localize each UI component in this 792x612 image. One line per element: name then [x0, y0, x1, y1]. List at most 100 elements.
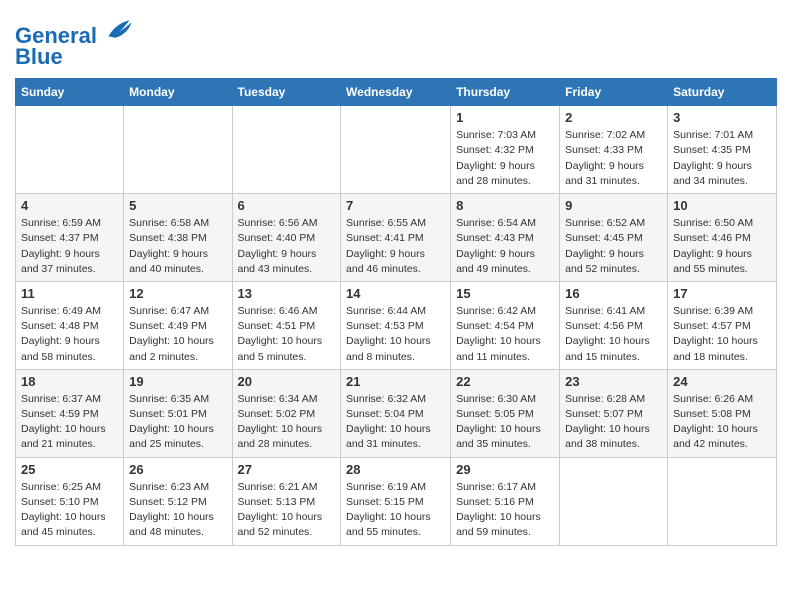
day-number: 28: [346, 462, 445, 477]
day-info: Sunrise: 6:55 AMSunset: 4:41 PMDaylight:…: [346, 216, 445, 277]
day-info: Sunrise: 7:01 AMSunset: 4:35 PMDaylight:…: [673, 128, 771, 189]
calendar-cell: 9 Sunrise: 6:52 AMSunset: 4:45 PMDaylight…: [560, 194, 668, 282]
day-info: Sunrise: 6:46 AMSunset: 4:51 PMDaylight:…: [238, 304, 336, 365]
calendar-cell: [124, 106, 232, 194]
day-info: Sunrise: 7:02 AMSunset: 4:33 PMDaylight:…: [565, 128, 662, 189]
calendar-cell: 24 Sunrise: 6:26 AMSunset: 5:08 PMDayligh…: [668, 369, 777, 457]
day-number: 26: [129, 462, 226, 477]
day-number: 10: [673, 198, 771, 213]
week-row-4: 18Sunrise: 6:37 AMSunset: 4:59 PMDayligh…: [16, 369, 777, 457]
calendar-cell: 21 Sunrise: 6:32 AMSunset: 5:04 PMDayligh…: [341, 369, 451, 457]
day-info: Sunrise: 6:25 AMSunset: 5:10 PMDaylight:…: [21, 480, 118, 541]
day-number: 3: [673, 110, 771, 125]
day-number: 20: [238, 374, 336, 389]
day-header-thursday: Thursday: [451, 79, 560, 106]
calendar-cell: 22Sunrise: 6:30 AMSunset: 5:05 PMDayligh…: [451, 369, 560, 457]
week-row-2: 4 Sunrise: 6:59 AMSunset: 4:37 PMDaylight…: [16, 194, 777, 282]
day-info: Sunrise: 6:47 AMSunset: 4:49 PMDaylight:…: [129, 304, 226, 365]
calendar-cell: 4 Sunrise: 6:59 AMSunset: 4:37 PMDaylight…: [16, 194, 124, 282]
calendar-cell: 25 Sunrise: 6:25 AMSunset: 5:10 PMDayligh…: [16, 457, 124, 545]
day-info: Sunrise: 6:34 AMSunset: 5:02 PMDaylight:…: [238, 392, 336, 453]
day-number: 12: [129, 286, 226, 301]
day-info: Sunrise: 6:42 AMSunset: 4:54 PMDaylight:…: [456, 304, 554, 365]
day-info: Sunrise: 6:56 AMSunset: 4:40 PMDaylight:…: [238, 216, 336, 277]
day-number: 25: [21, 462, 118, 477]
calendar-cell: 18Sunrise: 6:37 AMSunset: 4:59 PMDayligh…: [16, 369, 124, 457]
calendar-cell: 10 Sunrise: 6:50 AMSunset: 4:46 PMDayligh…: [668, 194, 777, 282]
calendar-header-row: SundayMondayTuesdayWednesdayThursdayFrid…: [16, 79, 777, 106]
calendar-cell: 2 Sunrise: 7:02 AMSunset: 4:33 PMDaylight…: [560, 106, 668, 194]
calendar-cell: 14 Sunrise: 6:44 AMSunset: 4:53 PMDayligh…: [341, 281, 451, 369]
day-info: Sunrise: 6:52 AMSunset: 4:45 PMDaylight:…: [565, 216, 662, 277]
calendar-cell: 16 Sunrise: 6:41 AMSunset: 4:56 PMDayligh…: [560, 281, 668, 369]
day-number: 29: [456, 462, 554, 477]
day-header-saturday: Saturday: [668, 79, 777, 106]
calendar-cell: 17 Sunrise: 6:39 AMSunset: 4:57 PMDayligh…: [668, 281, 777, 369]
calendar-cell: [16, 106, 124, 194]
day-number: 11: [21, 286, 118, 301]
calendar-cell: 5 Sunrise: 6:58 AMSunset: 4:38 PMDaylight…: [124, 194, 232, 282]
page-header: General Blue: [15, 10, 777, 70]
day-number: 24: [673, 374, 771, 389]
day-info: Sunrise: 6:44 AMSunset: 4:53 PMDaylight:…: [346, 304, 445, 365]
calendar-cell: 6 Sunrise: 6:56 AMSunset: 4:40 PMDaylight…: [232, 194, 341, 282]
day-info: Sunrise: 6:28 AMSunset: 5:07 PMDaylight:…: [565, 392, 662, 453]
day-info: Sunrise: 6:49 AMSunset: 4:48 PMDaylight:…: [21, 304, 118, 365]
day-number: 14: [346, 286, 445, 301]
day-info: Sunrise: 6:50 AMSunset: 4:46 PMDaylight:…: [673, 216, 771, 277]
day-header-wednesday: Wednesday: [341, 79, 451, 106]
day-number: 22: [456, 374, 554, 389]
day-number: 1: [456, 110, 554, 125]
day-info: Sunrise: 7:03 AMSunset: 4:32 PMDaylight:…: [456, 128, 554, 189]
day-number: 5: [129, 198, 226, 213]
week-row-3: 11 Sunrise: 6:49 AMSunset: 4:48 PMDayligh…: [16, 281, 777, 369]
calendar-cell: 1 Sunrise: 7:03 AMSunset: 4:32 PMDaylight…: [451, 106, 560, 194]
day-number: 19: [129, 374, 226, 389]
day-info: Sunrise: 6:54 AMSunset: 4:43 PMDaylight:…: [456, 216, 554, 277]
day-info: Sunrise: 6:17 AMSunset: 5:16 PMDaylight:…: [456, 480, 554, 541]
day-info: Sunrise: 6:41 AMSunset: 4:56 PMDaylight:…: [565, 304, 662, 365]
day-info: Sunrise: 6:37 AMSunset: 4:59 PMDaylight:…: [21, 392, 118, 453]
calendar-cell: [668, 457, 777, 545]
day-number: 15: [456, 286, 554, 301]
day-number: 8: [456, 198, 554, 213]
day-number: 23: [565, 374, 662, 389]
day-number: 6: [238, 198, 336, 213]
day-number: 13: [238, 286, 336, 301]
day-header-sunday: Sunday: [16, 79, 124, 106]
day-number: 2: [565, 110, 662, 125]
logo-bird-icon: [105, 15, 133, 43]
day-number: 16: [565, 286, 662, 301]
calendar-cell: [232, 106, 341, 194]
calendar-cell: [341, 106, 451, 194]
calendar-cell: [560, 457, 668, 545]
calendar-table: SundayMondayTuesdayWednesdayThursdayFrid…: [15, 78, 777, 545]
calendar-cell: 13 Sunrise: 6:46 AMSunset: 4:51 PMDayligh…: [232, 281, 341, 369]
day-number: 21: [346, 374, 445, 389]
calendar-cell: 15 Sunrise: 6:42 AMSunset: 4:54 PMDayligh…: [451, 281, 560, 369]
day-info: Sunrise: 6:35 AMSunset: 5:01 PMDaylight:…: [129, 392, 226, 453]
calendar-cell: 29 Sunrise: 6:17 AMSunset: 5:16 PMDayligh…: [451, 457, 560, 545]
day-info: Sunrise: 6:32 AMSunset: 5:04 PMDaylight:…: [346, 392, 445, 453]
day-number: 4: [21, 198, 118, 213]
calendar-cell: 12 Sunrise: 6:47 AMSunset: 4:49 PMDayligh…: [124, 281, 232, 369]
day-info: Sunrise: 6:19 AMSunset: 5:15 PMDaylight:…: [346, 480, 445, 541]
day-number: 9: [565, 198, 662, 213]
week-row-1: 1 Sunrise: 7:03 AMSunset: 4:32 PMDaylight…: [16, 106, 777, 194]
calendar-cell: 23 Sunrise: 6:28 AMSunset: 5:07 PMDayligh…: [560, 369, 668, 457]
calendar-cell: 27 Sunrise: 6:21 AMSunset: 5:13 PMDayligh…: [232, 457, 341, 545]
day-info: Sunrise: 6:23 AMSunset: 5:12 PMDaylight:…: [129, 480, 226, 541]
calendar-cell: 7 Sunrise: 6:55 AMSunset: 4:41 PMDaylight…: [341, 194, 451, 282]
day-info: Sunrise: 6:39 AMSunset: 4:57 PMDaylight:…: [673, 304, 771, 365]
day-number: 17: [673, 286, 771, 301]
day-number: 7: [346, 198, 445, 213]
day-info: Sunrise: 6:58 AMSunset: 4:38 PMDaylight:…: [129, 216, 226, 277]
calendar-cell: 20 Sunrise: 6:34 AMSunset: 5:02 PMDayligh…: [232, 369, 341, 457]
calendar-cell: 8 Sunrise: 6:54 AMSunset: 4:43 PMDaylight…: [451, 194, 560, 282]
day-info: Sunrise: 6:26 AMSunset: 5:08 PMDaylight:…: [673, 392, 771, 453]
day-header-friday: Friday: [560, 79, 668, 106]
day-number: 27: [238, 462, 336, 477]
day-info: Sunrise: 6:21 AMSunset: 5:13 PMDaylight:…: [238, 480, 336, 541]
calendar-cell: 26 Sunrise: 6:23 AMSunset: 5:12 PMDayligh…: [124, 457, 232, 545]
day-info: Sunrise: 6:59 AMSunset: 4:37 PMDaylight:…: [21, 216, 118, 277]
